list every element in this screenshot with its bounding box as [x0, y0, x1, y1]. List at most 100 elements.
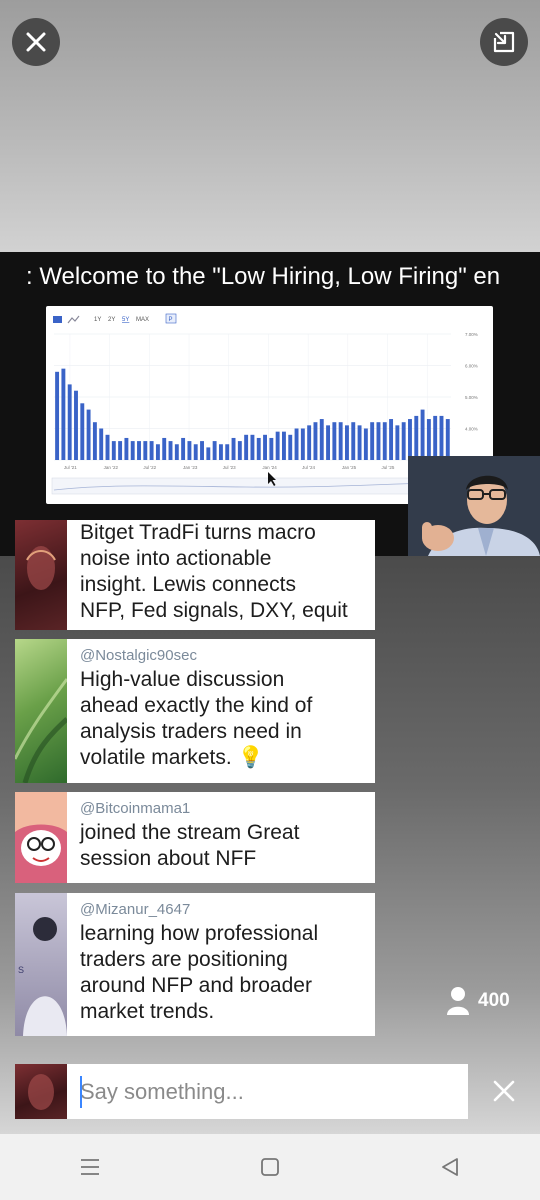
x-tick-label: Jul '25	[382, 465, 395, 470]
range-5y[interactable]: 5Y	[122, 317, 129, 323]
ticker-banner: : Welcome to the "Low Hiring, Low Firing…	[26, 263, 501, 290]
chart-bar	[193, 444, 198, 460]
chart-bar	[111, 441, 116, 460]
x-tick-label: Jan '23	[183, 465, 198, 470]
chart-bar	[414, 415, 419, 460]
y-tick-label: 6.00%	[465, 364, 478, 369]
chart-bar	[80, 403, 85, 460]
viewer-count-value: 400	[478, 990, 510, 1011]
chart-bar	[389, 419, 394, 460]
video-top-area	[0, 0, 540, 252]
chart-bar	[168, 441, 173, 460]
range-max[interactable]: MAX	[136, 317, 149, 323]
comment-username[interactable]: @Mizanur_4647	[80, 899, 365, 921]
chart-bar	[105, 434, 110, 460]
minimize-stream-button[interactable]	[480, 18, 528, 66]
chart-bar	[55, 371, 60, 460]
y-tick-label: 5.00%	[465, 395, 478, 400]
chart-bar	[313, 422, 318, 460]
chart-bar	[357, 425, 362, 460]
chart-bar	[281, 431, 286, 460]
range-2y[interactable]: 2Y	[108, 317, 115, 323]
chart-bar	[426, 419, 431, 460]
chart-bar	[218, 444, 223, 460]
comment-text: Bitget TradFi turns macro noise into act…	[80, 521, 348, 622]
text-caret	[80, 1076, 82, 1108]
chart-bar	[74, 390, 78, 460]
x-tick-label: Jul '22	[143, 465, 156, 470]
chart-bar	[363, 428, 368, 460]
picture-in-picture-icon	[493, 31, 515, 53]
close-stream-button[interactable]	[12, 18, 60, 66]
comment-username[interactable]: @Bitcoinmama1	[80, 798, 365, 820]
avatar	[13, 639, 69, 784]
chart-x-axis: Jul '21 Jan '22 Jul '22 Jan '23 Jul '23 Jan '…	[64, 465, 436, 470]
chart-bar	[206, 447, 211, 460]
chart-toolbar: 1Y 2Y 5Y MAX P	[53, 313, 177, 324]
chart-bars	[55, 368, 450, 460]
system-nav-bar	[0, 1134, 540, 1200]
chart-bar	[332, 422, 337, 460]
chart-bar	[143, 441, 148, 460]
comment-item[interactable]: S @Mizanur_4647 learning how professiona…	[15, 893, 375, 1036]
chart-bar	[200, 441, 204, 460]
person-icon	[447, 987, 469, 1015]
chart-bar	[288, 434, 293, 460]
comment-item[interactable]: @Bitcoinmama1 joined the stream Great se…	[15, 792, 375, 883]
chart-bar	[275, 431, 280, 460]
avatar: S	[15, 893, 67, 1036]
chart-bar	[99, 428, 104, 460]
line-view-icon	[67, 315, 80, 324]
chart-bar	[395, 425, 400, 460]
chart-bar	[61, 368, 66, 460]
comment-item[interactable]: @Nostalgic90sec High-value discussion ah…	[13, 639, 375, 784]
comment-username[interactable]: @Nostalgic90sec	[80, 645, 365, 667]
back-button[interactable]	[420, 1142, 480, 1192]
home-button[interactable]	[240, 1142, 300, 1192]
chart-bar	[212, 441, 217, 460]
chart-bar	[445, 419, 450, 460]
avatar	[15, 520, 67, 630]
y-tick-label: 4.00%	[465, 427, 478, 432]
comment-text: joined the stream Great session about NF…	[80, 821, 300, 870]
chart-bar	[439, 415, 444, 460]
back-icon	[442, 1158, 458, 1176]
chart-bar	[162, 437, 167, 460]
chart-bar	[124, 437, 129, 460]
close-composer-button[interactable]	[484, 1071, 524, 1111]
chart-bar	[155, 444, 160, 460]
x-tick-label: Jan '25	[342, 465, 357, 470]
chart-bar	[181, 437, 186, 460]
x-tick-label: Jan '24	[262, 465, 277, 470]
comment-item[interactable]: Bitget TradFi turns macro noise into act…	[15, 520, 375, 630]
comment-input[interactable]	[67, 1064, 468, 1119]
comment-text: learning how professional traders are po…	[80, 922, 319, 1023]
chart-bar	[269, 437, 274, 460]
home-icon	[261, 1158, 279, 1176]
x-tick-label: Jul '23	[223, 465, 236, 470]
chart-bar	[67, 384, 72, 460]
chart-bar	[118, 441, 123, 460]
extra-range-label: P	[169, 317, 173, 323]
chart-bar	[250, 434, 255, 460]
chart-y-axis: 7.00%6.00%5.00%4.00%3.00%	[465, 332, 478, 463]
chart-bar	[382, 422, 387, 460]
recent-apps-button[interactable]	[60, 1142, 120, 1192]
chart-bar	[351, 422, 356, 460]
chart-bar	[401, 422, 406, 460]
presenter-cam	[408, 456, 540, 556]
comment-composer	[15, 1064, 468, 1119]
chart-bar	[338, 422, 343, 460]
chart-bar	[256, 437, 261, 460]
chart-bar	[174, 444, 179, 460]
chart-bar	[92, 422, 97, 460]
chart-bar	[187, 441, 192, 460]
chart-bar	[300, 428, 305, 460]
range-1y[interactable]: 1Y	[94, 317, 101, 323]
chart-bar	[319, 419, 324, 460]
chart-bar	[408, 419, 412, 460]
avatar	[15, 792, 67, 883]
my-avatar	[15, 1064, 67, 1119]
chart-bar	[244, 434, 249, 460]
chart-bar	[231, 437, 236, 460]
